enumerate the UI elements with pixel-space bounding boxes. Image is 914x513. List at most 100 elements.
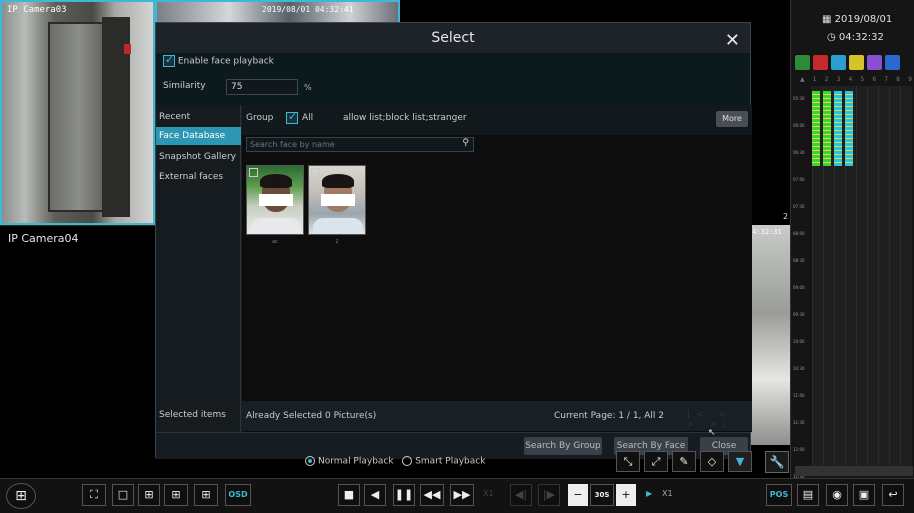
osd-button[interactable]: OSD xyxy=(225,484,251,506)
record-segment xyxy=(812,91,820,166)
timeline-time-label: 10:30 xyxy=(793,366,805,371)
stop-icon[interactable]: ■ xyxy=(338,484,360,506)
face-name: 2 xyxy=(335,239,339,245)
timeline-time-label: 09:00 xyxy=(793,285,805,290)
camera-label: IP Camera03 xyxy=(7,5,67,15)
similarity-input[interactable]: 75 xyxy=(226,79,298,95)
fullscreen-icon[interactable]: ⛶ xyxy=(82,484,106,506)
selection-status-bar: Already Selected 0 Picture(s) Current Pa… xyxy=(242,401,752,431)
channel-num: 3 xyxy=(836,76,841,83)
fast-forward-icon[interactable]: ▶▶ xyxy=(450,484,474,506)
camera-number: 2 xyxy=(783,212,789,221)
quad-view-icon[interactable]: ⊞ xyxy=(138,484,160,506)
timeline-time-label: 09:30 xyxy=(793,312,805,317)
face-checkbox[interactable] xyxy=(311,168,320,177)
face-card[interactable] xyxy=(246,165,304,235)
timeline-time-label: 10:00 xyxy=(793,339,805,344)
step-forward-icon[interactable]: |▶ xyxy=(538,484,560,506)
fire-sign xyxy=(124,44,131,54)
timeline-time-label: 06:00 xyxy=(793,123,805,128)
face-hair xyxy=(260,174,292,188)
timeline-time-label: 07:30 xyxy=(793,204,805,209)
sidebar-item-external-faces[interactable]: External faces xyxy=(156,168,241,186)
area-select-icon[interactable]: ⤡ xyxy=(616,451,640,472)
dialog-header: Select ✕ xyxy=(156,23,750,53)
similarity-unit: % xyxy=(304,83,312,92)
enable-face-checkbox[interactable] xyxy=(163,53,175,67)
plus-icon[interactable]: + xyxy=(616,484,636,506)
more-button[interactable]: More xyxy=(716,111,748,127)
channel-num: 8 xyxy=(896,76,900,83)
face-database-panel: Group All allow list;block list;stranger… xyxy=(242,105,752,432)
pos-icon[interactable] xyxy=(867,55,882,70)
face-hair xyxy=(322,174,354,188)
date-text: 2019/08/01 xyxy=(834,14,893,25)
layout-menu-icon[interactable]: ⊞ xyxy=(6,483,36,509)
playback-mode: Normal Playback Smart Playback xyxy=(305,456,485,467)
time-text: 04:32:32 xyxy=(838,32,884,43)
area-clear-icon[interactable]: ⤢ xyxy=(644,451,668,472)
selected-items-label: Selected items xyxy=(159,410,226,420)
sidebar-item-face-database[interactable]: Face Database xyxy=(156,127,241,145)
collapse-icon[interactable]: ▲ xyxy=(800,76,805,83)
face-icon[interactable] xyxy=(831,55,846,70)
minus-icon[interactable]: − xyxy=(568,484,588,506)
pager-controls[interactable]: |< < > >| xyxy=(687,410,752,430)
group-label: Group xyxy=(246,113,274,123)
smart-playback-label: Smart Playback xyxy=(415,456,486,467)
face-checkbox[interactable] xyxy=(249,168,258,177)
reverse-play-icon[interactable]: ◀ xyxy=(364,484,386,506)
timeline-time-label: 05:30 xyxy=(793,96,805,101)
draw-line-icon[interactable]: ✎ xyxy=(672,451,696,472)
diamond-icon[interactable]: ◇ xyxy=(700,451,724,472)
record-segment xyxy=(823,91,831,166)
timeline-time-label: 08:00 xyxy=(793,231,805,236)
motion-icon[interactable] xyxy=(795,55,810,70)
smart-playback-radio[interactable] xyxy=(402,456,413,466)
group-bar: Group All allow list;block list;stranger… xyxy=(242,105,752,135)
single-view-icon[interactable]: □ xyxy=(112,484,134,506)
wrench-icon[interactable]: 🔧 xyxy=(765,451,789,473)
normal-playback-radio[interactable] xyxy=(305,456,315,466)
sixteen-view-icon[interactable]: ⊞ xyxy=(194,484,218,506)
timeline-time-label: 12:00 xyxy=(793,447,805,452)
step-back-icon[interactable]: ◀| xyxy=(510,484,532,506)
pause-icon[interactable]: ❚❚ xyxy=(393,484,415,506)
sidebar-item-snapshot-gallery[interactable]: Snapshot Gallery xyxy=(156,148,241,166)
nine-view-icon[interactable]: ⊞ xyxy=(164,484,188,506)
face-shirt xyxy=(251,218,301,234)
smart-tools: ⤡ ⤢ ✎ ◇ ▼ xyxy=(616,451,752,473)
sidebar-item-recent[interactable]: Recent xyxy=(156,108,241,126)
manual-icon[interactable] xyxy=(885,55,900,70)
all-groups-checkbox[interactable] xyxy=(286,110,298,124)
cursor-icon: ↖ xyxy=(708,428,716,438)
back-icon[interactable]: ↩ xyxy=(882,484,904,506)
face-card[interactable] xyxy=(308,165,366,235)
search-face-input[interactable]: Search face by name ⚲ xyxy=(246,137,474,152)
timeline-time-label: 06:30 xyxy=(793,150,805,155)
face-redaction xyxy=(259,194,293,206)
camera-tile-top[interactable]: 2019/08/01 04:32:41 xyxy=(155,0,400,22)
record-segment xyxy=(845,91,853,166)
timeline-track[interactable] xyxy=(812,86,912,466)
enable-face-row[interactable]: Enable face playback xyxy=(163,53,274,67)
timeline-channel-column xyxy=(889,86,898,466)
alarm-icon[interactable] xyxy=(813,55,828,70)
close-icon[interactable]: ✕ xyxy=(725,26,740,56)
timeline-channel-column xyxy=(856,86,865,466)
timeline-scrollbar[interactable] xyxy=(795,466,913,476)
camera-tile-03[interactable]: IP Camera03 xyxy=(0,0,155,225)
enable-face-label: Enable face playback xyxy=(177,56,274,67)
backup-icon[interactable]: ▤ xyxy=(797,484,819,506)
snapshot-icon[interactable]: ◉ xyxy=(826,484,848,506)
display-icon[interactable]: ▣ xyxy=(853,484,875,506)
rewind-icon[interactable]: ◀◀ xyxy=(420,484,444,506)
intelligent-icon[interactable] xyxy=(849,55,864,70)
search-by-group-button[interactable]: Search By Group xyxy=(524,437,602,455)
elevator-door xyxy=(48,22,110,212)
search-icon[interactable]: ⚲ xyxy=(462,137,469,150)
filter-icon[interactable]: ▼ xyxy=(728,451,752,472)
normal-playback-label: Normal Playback xyxy=(318,456,394,467)
dialog-sidebar: Recent Face Database Snapshot Gallery Ex… xyxy=(156,105,241,432)
pos-button[interactable]: POS xyxy=(766,484,792,506)
